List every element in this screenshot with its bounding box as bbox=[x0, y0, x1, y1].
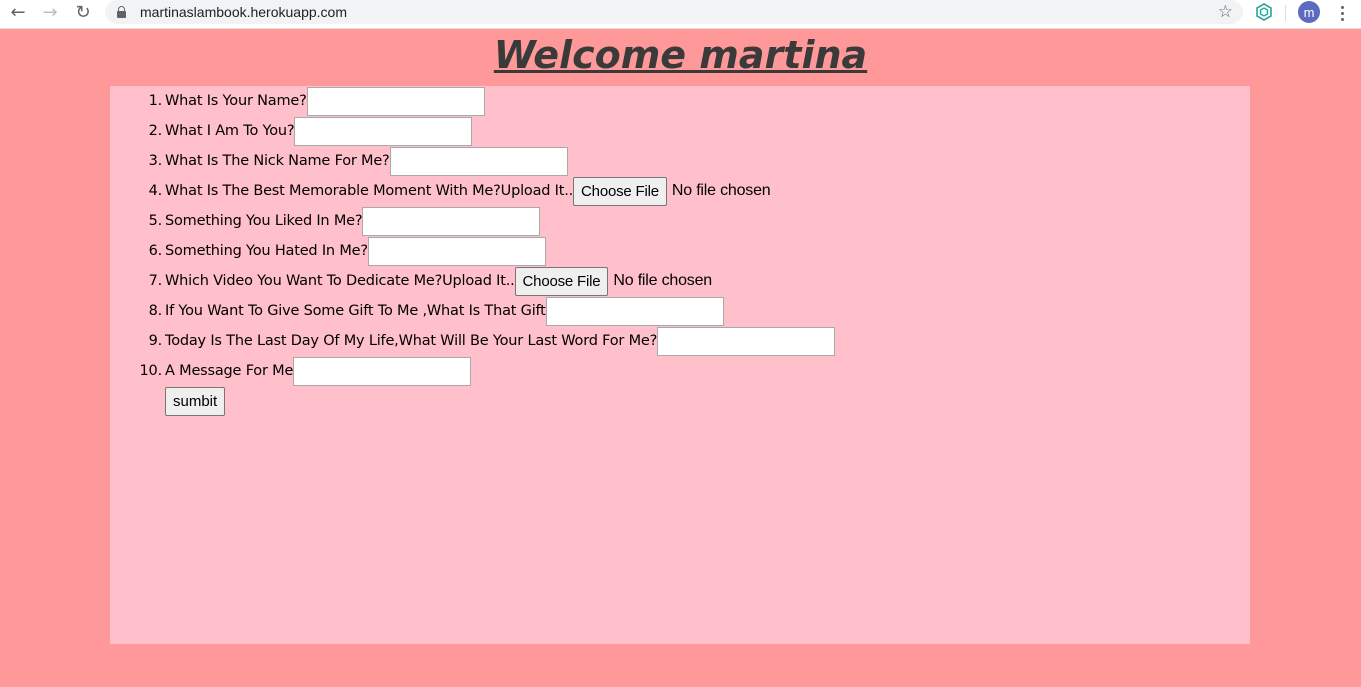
question-label: What Is The Best Memorable Moment With M… bbox=[165, 183, 574, 199]
question-label: If You Want To Give Some Gift To Me ,Wha… bbox=[165, 303, 546, 319]
url-text[interactable]: martinaslambook.herokuapp.com bbox=[140, 4, 347, 20]
browser-toolbar: ← → ↻ martinaslambook.herokuapp.com ☆ m bbox=[0, 0, 1361, 29]
profile-avatar[interactable]: m bbox=[1298, 1, 1320, 23]
question-label: What Is The Nick Name For Me? bbox=[165, 153, 390, 169]
question-number: 8. bbox=[148, 303, 163, 319]
question-number: 1. bbox=[148, 93, 163, 109]
question-item-2: 2. What I Am To You? bbox=[149, 116, 835, 146]
toolbar-divider bbox=[1285, 5, 1286, 21]
nickname-input[interactable] bbox=[389, 146, 568, 176]
question-label: What I Am To You? bbox=[165, 123, 295, 139]
hated-input[interactable] bbox=[367, 236, 546, 266]
question-label: Which Video You Want To Dedicate Me?Uplo… bbox=[165, 273, 515, 289]
question-label: Today Is The Last Day Of My Life,What Wi… bbox=[165, 333, 658, 349]
question-item-5: 5. Something You Liked In Me? bbox=[149, 206, 835, 236]
question-number: 3. bbox=[148, 153, 163, 169]
question-item-1: 1. What Is Your Name? bbox=[149, 86, 835, 116]
kebab-menu-icon[interactable] bbox=[1335, 2, 1349, 24]
arrow-right-icon[interactable]: → bbox=[38, 2, 62, 24]
gift-input[interactable] bbox=[545, 296, 724, 326]
address-bar[interactable]: martinaslambook.herokuapp.com ☆ bbox=[105, 0, 1243, 24]
submit-button[interactable]: sumbit bbox=[165, 386, 226, 416]
last-word-input[interactable] bbox=[657, 326, 836, 356]
question-number: 5. bbox=[148, 213, 163, 229]
star-icon[interactable]: ☆ bbox=[1218, 2, 1233, 22]
question-label: A Message For Me bbox=[165, 363, 294, 379]
form-panel: 1. What Is Your Name? 2. What I Am To Yo… bbox=[110, 86, 1250, 644]
question-label: What Is Your Name? bbox=[165, 93, 307, 109]
question-number: 7. bbox=[148, 273, 163, 289]
question-item-9: 9. Today Is The Last Day Of My Life,What… bbox=[149, 326, 836, 356]
extension-icon[interactable] bbox=[1255, 3, 1273, 21]
question-number: 9. bbox=[148, 333, 163, 349]
file-status: No file chosen bbox=[671, 182, 771, 199]
lock-icon bbox=[117, 5, 126, 18]
question-list: 1. What Is Your Name? 2. What I Am To Yo… bbox=[140, 86, 836, 416]
question-item-6: 6. Something You Hated In Me? bbox=[149, 236, 835, 266]
question-number: 10. bbox=[139, 363, 163, 379]
question-number: 4. bbox=[148, 183, 163, 199]
submit-row: sumbit bbox=[165, 386, 835, 416]
question-number: 6. bbox=[148, 243, 163, 259]
question-label: Something You Liked In Me? bbox=[165, 213, 363, 229]
memorable-moment-file-button[interactable]: Choose File bbox=[573, 176, 667, 206]
question-item-10: 10. A Message For Me bbox=[140, 356, 835, 386]
question-number: 2. bbox=[148, 123, 163, 139]
arrow-left-icon[interactable]: ← bbox=[6, 2, 30, 24]
reload-icon[interactable]: ↻ bbox=[71, 2, 95, 24]
question-item-8: 8. If You Want To Give Some Gift To Me ,… bbox=[149, 296, 835, 326]
question-item-4: 4. What Is The Best Memorable Moment Wit… bbox=[149, 176, 835, 206]
video-file-button[interactable]: Choose File bbox=[514, 266, 609, 296]
question-item-3: 3. What Is The Nick Name For Me? bbox=[149, 146, 835, 176]
relation-input[interactable] bbox=[294, 116, 473, 146]
liked-input[interactable] bbox=[362, 206, 541, 236]
question-label: Something You Hated In Me? bbox=[165, 243, 368, 259]
question-item-7: 7. Which Video You Want To Dedicate Me?U… bbox=[149, 266, 835, 296]
file-status: No file chosen bbox=[613, 272, 712, 289]
name-input[interactable] bbox=[306, 86, 485, 116]
page-title: Welcome martina bbox=[493, 33, 868, 77]
message-input[interactable] bbox=[293, 356, 472, 386]
